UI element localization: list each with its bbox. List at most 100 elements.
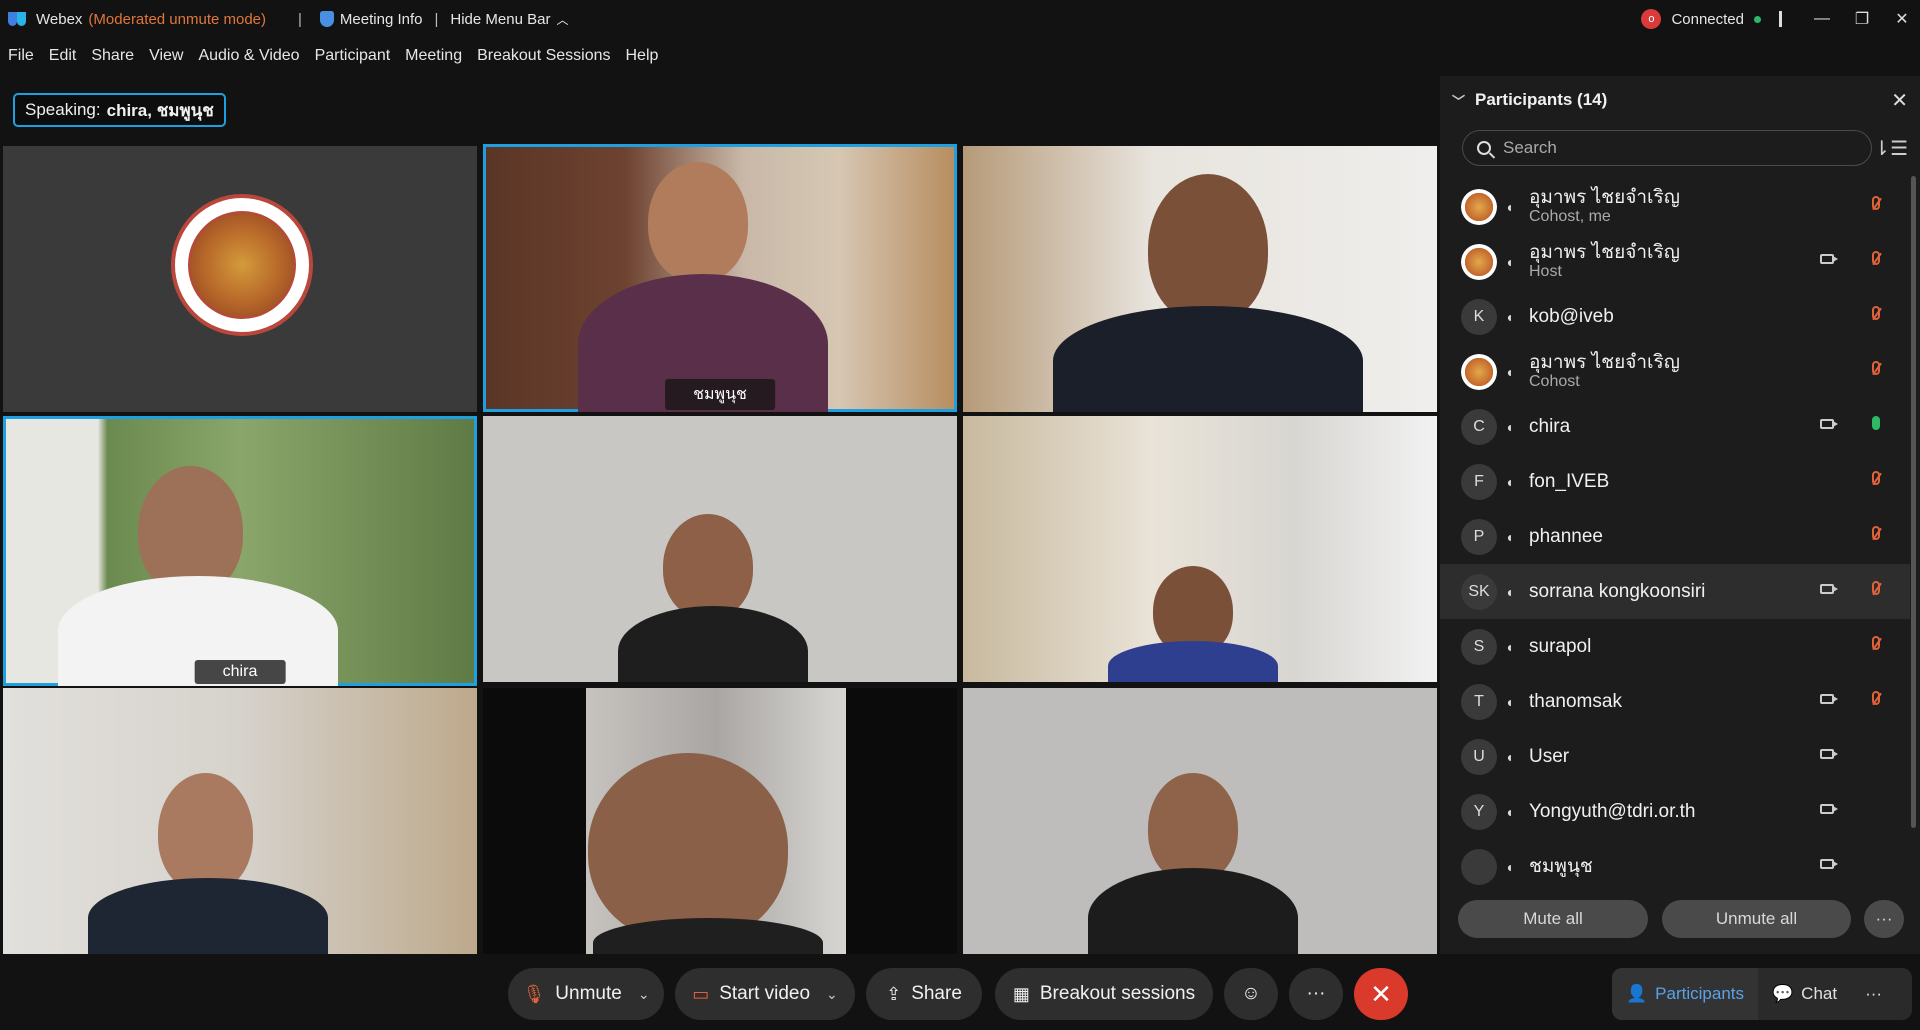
video-tile[interactable]: [3, 688, 477, 954]
camera-icon: [1820, 584, 1838, 594]
control-bar: 🎙 Unmute ⌄ ▭ Start video ⌄ ⇪ Share ▦ Bre…: [0, 954, 1920, 1030]
menu-edit[interactable]: Edit: [49, 47, 77, 65]
divider: |: [298, 10, 302, 28]
start-video-button[interactable]: ▭ Start video ⌄: [675, 968, 855, 1020]
participant-name-block: fon_IVEB: [1529, 471, 1609, 492]
participant-name: surapol: [1529, 636, 1592, 657]
participant-name-block: Yongyuth@tdri.or.th: [1529, 801, 1695, 822]
participant-row[interactable]: Y ◖ Yongyuth@tdri.or.th: [1440, 784, 1910, 839]
participant-name-block: อุมาพร ไชยจำเริญ Host: [1529, 242, 1680, 281]
breakout-sessions-button[interactable]: ▦ Breakout sessions: [995, 968, 1213, 1020]
minimize-icon[interactable]: —: [1804, 10, 1840, 28]
mic-muted-icon[interactable]: [1872, 196, 1880, 210]
mic-muted-icon[interactable]: [1872, 691, 1880, 705]
video-tile[interactable]: [483, 688, 957, 954]
restore-icon[interactable]: ❐: [1844, 9, 1880, 29]
window-controls: o Connected — ❐ ✕: [1641, 0, 1920, 38]
webex-logo-icon: [8, 12, 28, 26]
participants-icon: 👤: [1626, 984, 1648, 1003]
video-tile[interactable]: ชมพูนุช: [483, 144, 957, 412]
mic-muted-icon[interactable]: [1872, 471, 1880, 485]
tab-participants[interactable]: 👤 Participants: [1612, 968, 1758, 1020]
audio-connection-icon: ◖: [1505, 253, 1514, 270]
mic-muted-icon[interactable]: [1872, 581, 1880, 595]
mic-muted-icon[interactable]: [1872, 636, 1880, 650]
reactions-button[interactable]: ☺: [1224, 968, 1278, 1020]
participant-row[interactable]: F ◖ fon_IVEB: [1440, 454, 1910, 509]
menu-audio-video[interactable]: Audio & Video: [198, 47, 299, 65]
participant-row[interactable]: T ◖ thanomsak: [1440, 674, 1910, 729]
mute-all-button[interactable]: Mute all: [1458, 900, 1648, 938]
participant-row[interactable]: K ◖ kob@iveb: [1440, 289, 1910, 344]
chevron-down-icon[interactable]: ⌄: [826, 986, 838, 1003]
audio-connection-icon: ◖: [1505, 198, 1514, 215]
start-video-label: Start video: [719, 983, 811, 1004]
video-grid: ชมพูนุช chira: [0, 144, 1440, 954]
video-tile[interactable]: [3, 146, 477, 412]
chevron-down-icon[interactable]: ﹀: [1452, 91, 1465, 110]
participant-name-block: อุมาพร ไชยจำเริญ Cohost, me: [1529, 187, 1680, 226]
unmute-all-button[interactable]: Unmute all: [1662, 900, 1851, 938]
mic-muted-icon[interactable]: [1872, 251, 1880, 265]
search-input[interactable]: Search: [1462, 130, 1872, 166]
menu-share[interactable]: Share: [91, 47, 134, 65]
mic-on-icon[interactable]: [1872, 416, 1880, 430]
avatar: K: [1461, 298, 1497, 335]
avatar: [1461, 353, 1497, 390]
close-window-icon[interactable]: ✕: [1884, 9, 1920, 29]
participant-name: อุมาพร ไชยจำเริญ: [1529, 352, 1680, 373]
video-tile[interactable]: [483, 416, 957, 682]
menu-participant[interactable]: Participant: [315, 47, 391, 65]
close-icon[interactable]: ✕: [1891, 88, 1908, 113]
video-tile[interactable]: [963, 146, 1437, 412]
more-options-button[interactable]: ···: [1864, 900, 1904, 938]
participant-row[interactable]: SK ◖ sorrana kongkoonsiri: [1440, 564, 1910, 619]
audio-connection-icon: ◖: [1505, 473, 1514, 490]
share-button[interactable]: ⇪ Share: [866, 968, 982, 1020]
scrollbar[interactable]: [1911, 176, 1916, 828]
speaking-indicator: Speaking: chira, ชมพูนุช: [13, 93, 226, 127]
unmute-button[interactable]: 🎙 Unmute ⌄: [508, 968, 664, 1020]
participant-row[interactable]: ◖ อุมาพร ไชยจำเริญ Cohost: [1440, 344, 1910, 399]
participant-row[interactable]: C ◖ chira: [1440, 399, 1910, 454]
tab-chat[interactable]: 💬 Chat: [1758, 968, 1851, 1020]
video-name-tag: chira: [194, 660, 286, 684]
tab-more[interactable]: ···: [1851, 968, 1896, 1020]
chevron-down-icon[interactable]: ⌄: [638, 986, 650, 1003]
menu-file[interactable]: File: [8, 47, 34, 65]
participant-row[interactable]: U ◖ User: [1440, 729, 1910, 784]
video-tile[interactable]: [963, 688, 1437, 954]
participant-role: Cohost, me: [1529, 208, 1611, 225]
menu-help[interactable]: Help: [626, 47, 659, 65]
more-button[interactable]: ···: [1289, 968, 1343, 1020]
video-tile[interactable]: [963, 416, 1437, 682]
mic-muted-icon[interactable]: [1872, 361, 1880, 375]
mic-muted-icon[interactable]: [1872, 306, 1880, 320]
organization-seal-icon: [171, 194, 313, 336]
participant-row[interactable]: ◖ อุมาพร ไชยจำเริญ Host: [1440, 234, 1910, 289]
participant-row[interactable]: ◖ อุมาพร ไชยจำเริญ Cohost, me: [1440, 179, 1910, 234]
avatar: U: [1461, 738, 1497, 775]
meeting-info-button[interactable]: Meeting Info: [319, 10, 423, 28]
participant-row[interactable]: P ◖ phannee: [1440, 509, 1910, 564]
mute-controls: Mute all Unmute all ···: [1458, 900, 1918, 938]
video-tile[interactable]: chira: [3, 416, 477, 686]
hide-menu-bar-button[interactable]: Hide Menu Bar ︿: [450, 11, 568, 28]
participant-row[interactable]: ◖ ชมพูนุช: [1440, 839, 1910, 894]
meeting-info-label: Meeting Info: [339, 10, 423, 28]
participant-row[interactable]: S ◖ surapol: [1440, 619, 1910, 674]
leave-meeting-button[interactable]: ✕: [1354, 968, 1408, 1020]
mic-muted-icon[interactable]: [1872, 526, 1880, 540]
camera-icon: [1820, 804, 1838, 814]
hide-menu-bar-label: Hide Menu Bar: [450, 10, 551, 28]
breakout-icon: ▦: [1012, 983, 1030, 1004]
camera-icon: [1820, 859, 1838, 869]
search-placeholder: Search: [1503, 138, 1557, 157]
sort-icon[interactable]: ⇂☰: [1873, 136, 1908, 161]
participant-list: ◖ อุมาพร ไชยจำเริญ Cohost, me ◖ อุมาพร ไชยจำ…: [1440, 179, 1910, 894]
menu-meeting[interactable]: Meeting: [405, 47, 462, 65]
participant-name: ชมพูนุช: [1529, 856, 1593, 877]
menu-view[interactable]: View: [149, 47, 183, 65]
participant-video: [663, 514, 753, 619]
menu-breakout-sessions[interactable]: Breakout Sessions: [477, 47, 610, 65]
